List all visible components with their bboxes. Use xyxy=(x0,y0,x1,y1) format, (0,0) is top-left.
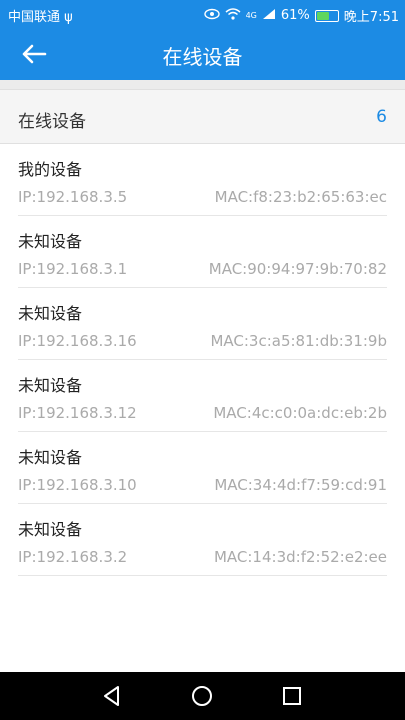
device-mac: MAC:14:3d:f2:52:e2:ee xyxy=(213,548,387,566)
device-ip: IP:192.168.3.2 xyxy=(18,548,128,566)
nav-recents-icon[interactable] xyxy=(280,684,304,708)
usb-icon: ψ xyxy=(64,10,73,25)
device-name: 未知设备 xyxy=(18,376,83,395)
nav-back-icon[interactable] xyxy=(100,684,124,708)
device-mac: MAC:90:94:97:9b:70:82 xyxy=(208,260,387,278)
device-name: 未知设备 xyxy=(18,520,83,539)
device-name: 未知设备 xyxy=(18,304,83,323)
device-item[interactable]: 未知设备 IP:192.168.3.16 MAC:3c:a5:81:db:31:… xyxy=(18,288,387,360)
page-title: 在线设备 xyxy=(162,45,243,69)
system-nav-bar xyxy=(0,672,405,720)
section-gap xyxy=(0,80,405,89)
battery-percent: 61% xyxy=(280,8,310,23)
device-mac: MAC:4c:c0:0a:dc:eb:2b xyxy=(213,404,387,422)
device-list: 我的设备 IP:192.168.3.5 MAC:f8:23:b2:65:63:e… xyxy=(0,144,405,576)
device-item[interactable]: 未知设备 IP:192.168.3.12 MAC:4c:c0:0a:dc:eb:… xyxy=(18,360,387,432)
device-ip: IP:192.168.3.10 xyxy=(18,476,137,494)
device-mac: MAC:3c:a5:81:db:31:9b xyxy=(210,332,387,350)
eye-icon xyxy=(203,8,220,24)
nav-home-icon[interactable] xyxy=(190,684,214,708)
device-item[interactable]: 未知设备 IP:192.168.3.2 MAC:14:3d:f2:52:e2:e… xyxy=(18,504,387,576)
signal-icon xyxy=(262,8,276,24)
device-item[interactable]: 未知设备 IP:192.168.3.10 MAC:34:4d:f7:59:cd:… xyxy=(18,432,387,504)
clock: 晚上7:51 xyxy=(343,10,399,25)
online-summary-row: 在线设备 6 xyxy=(0,89,405,144)
device-item[interactable]: 未知设备 IP:192.168.3.1 MAC:90:94:97:9b:70:8… xyxy=(18,216,387,288)
device-name: 未知设备 xyxy=(18,232,83,251)
status-bar: 中国联通 ψ 4G 61% 晚上7:51 xyxy=(0,0,405,28)
carrier-label: 中国联通 xyxy=(8,10,61,25)
device-ip: IP:192.168.3.5 xyxy=(18,188,128,206)
battery-fill xyxy=(316,11,329,20)
device-name: 未知设备 xyxy=(18,448,83,467)
device-ip: IP:192.168.3.12 xyxy=(18,404,137,422)
status-left: 中国联通 ψ xyxy=(8,6,73,25)
device-count: 6 xyxy=(376,107,387,127)
wifi-icon xyxy=(225,7,241,24)
app-bar: 在线设备 xyxy=(0,28,405,80)
device-ip: IP:192.168.3.16 xyxy=(18,332,137,350)
battery-icon xyxy=(314,9,339,22)
network-type: 4G xyxy=(245,11,257,20)
summary-label: 在线设备 xyxy=(18,112,86,132)
status-right: 4G 61% 晚上7:51 xyxy=(203,6,399,25)
device-mac: MAC:f8:23:b2:65:63:ec xyxy=(214,188,387,206)
device-item[interactable]: 我的设备 IP:192.168.3.5 MAC:f8:23:b2:65:63:e… xyxy=(18,144,387,216)
device-mac: MAC:34:4d:f7:59:cd:91 xyxy=(214,476,387,494)
device-name: 我的设备 xyxy=(18,160,83,179)
device-ip: IP:192.168.3.1 xyxy=(18,260,128,278)
